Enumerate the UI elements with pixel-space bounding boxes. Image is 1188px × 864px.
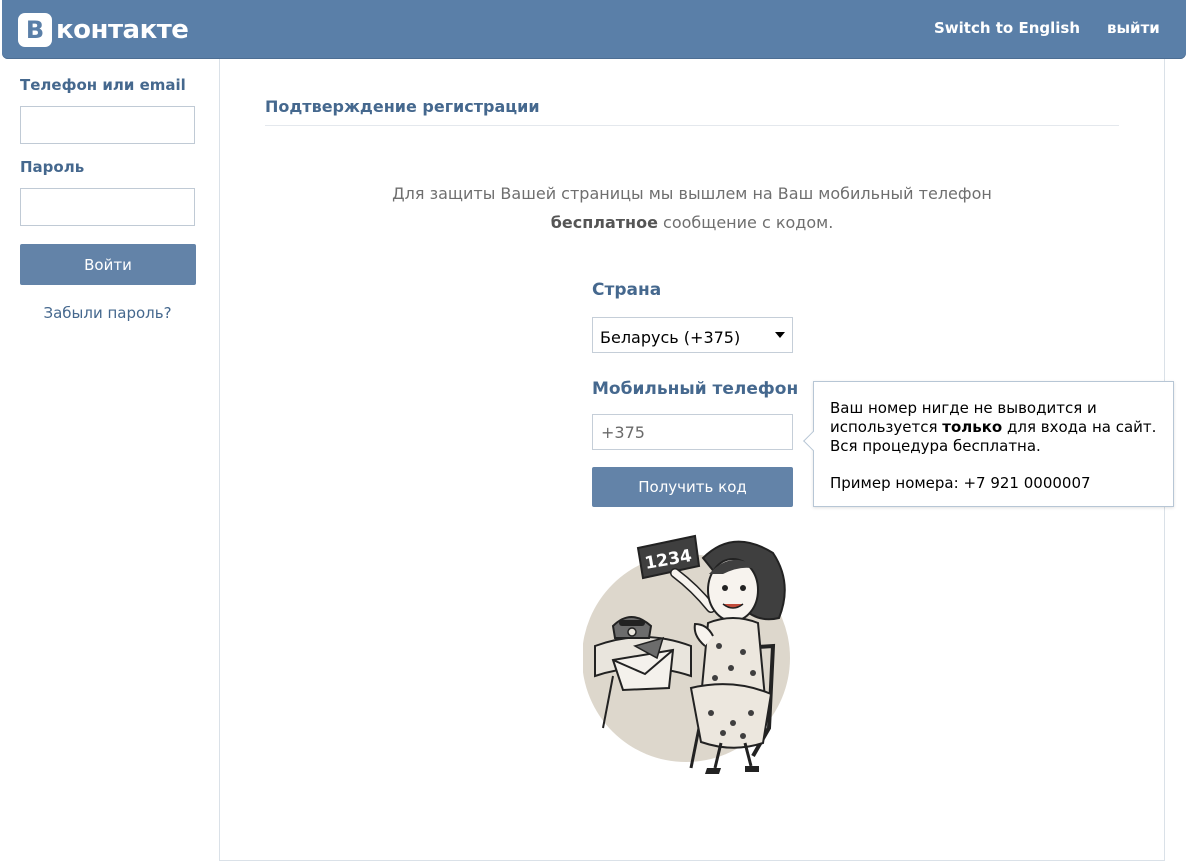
phone-label: Мобильный телефон (592, 379, 799, 399)
password-input[interactable] (20, 188, 195, 226)
top-bar: В контакте Switch to English выйти (2, 0, 1186, 59)
tooltip-arrow (803, 431, 823, 451)
password-label: Пароль (20, 158, 85, 176)
switch-language-link[interactable]: Switch to English (934, 19, 1080, 37)
login-sidebar: Телефон или email Пароль Войти Забыли па… (0, 59, 218, 864)
main-content: Подтверждение регистрации Для защиты Ваш… (219, 59, 1174, 861)
intro-bold: бесплатное (550, 213, 658, 232)
dropdown-arrow-icon (775, 332, 785, 338)
intro-line1: Для защиты Вашей страницы мы вышлем на В… (392, 184, 992, 203)
vk-logo[interactable]: В контакте (18, 13, 189, 47)
intro-text: Для защиты Вашей страницы мы вышлем на В… (265, 179, 1119, 237)
page-title: Подтверждение регистрации (265, 97, 1119, 126)
phone-hint-tooltip: Ваш номер нигде не выводится и используе… (803, 381, 1174, 507)
tooltip-line1: Ваш номер нигде не выводится и (830, 399, 1097, 417)
logout-link[interactable]: выйти (1107, 19, 1160, 37)
get-code-button[interactable]: Получить код (592, 467, 793, 507)
tooltip-line3: Вся процедура бесплатна. (830, 437, 1041, 455)
country-select[interactable]: Беларусь (+375) (592, 317, 793, 353)
country-select-value: Беларусь (+375) (600, 328, 741, 347)
forgot-password-link[interactable]: Забыли пароль? (20, 304, 195, 322)
tooltip-example: Пример номера: +7 921 0000007 (830, 474, 1091, 492)
intro-rest: сообщение с кодом. (657, 213, 834, 232)
sms-code-illustration: 1234 (583, 534, 790, 774)
vk-logo-icon: В (18, 13, 52, 47)
tooltip-line2: используется только для входа на сайт. (830, 418, 1157, 436)
login-label: Телефон или email (20, 76, 186, 94)
login-input[interactable] (20, 106, 195, 144)
phone-input[interactable] (592, 414, 793, 450)
country-label: Страна (592, 280, 662, 300)
login-button[interactable]: Войти (20, 244, 196, 285)
vk-logo-text: контакте (56, 15, 189, 45)
